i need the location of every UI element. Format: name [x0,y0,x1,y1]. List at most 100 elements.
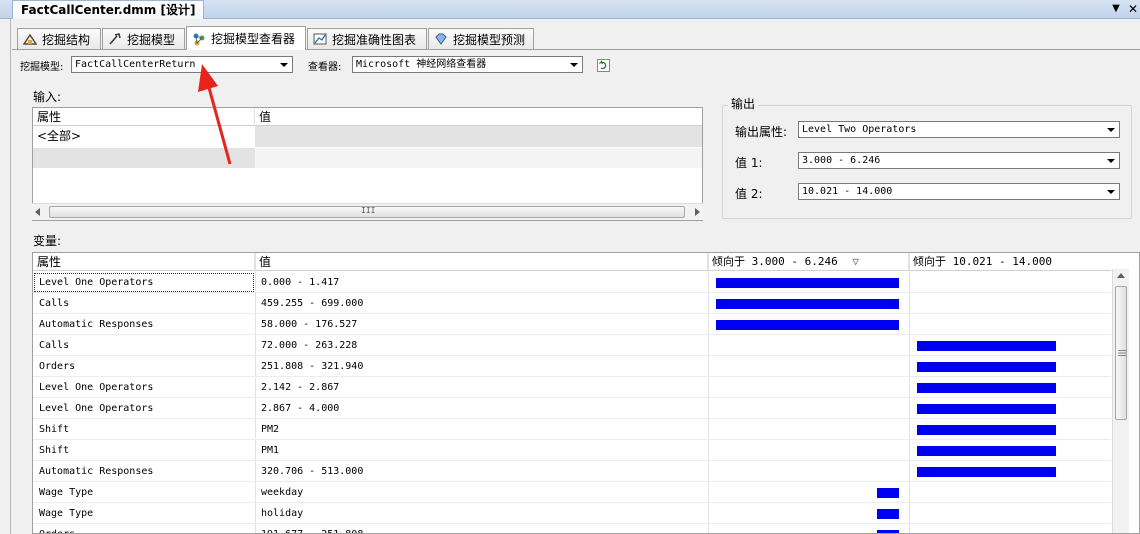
input-label: 输入: [33,90,62,104]
variable-row[interactable]: Orders191.677 - 251.808 [33,524,1111,533]
variable-row[interactable]: Shift PM2 [33,419,1111,440]
scroll-left-icon[interactable] [35,208,40,216]
variable-value[interactable]: weekday [255,482,708,503]
viewer-value: Microsoft 神经网络查看器 [356,59,487,70]
scroll-right-icon[interactable] [695,208,700,216]
chevron-down-icon[interactable] [276,57,292,72]
scroll-thumb[interactable] [1115,286,1127,420]
variable-value[interactable]: 0.000 - 1.417 [255,272,708,293]
variable-row[interactable]: Level One Operators 0.000 - 1.417 [33,272,1111,293]
variable-attribute[interactable]: Calls [33,335,255,356]
chevron-down-icon[interactable] [1103,153,1119,168]
output-group-title: 输出 [728,95,759,112]
favors-value1-bar [877,509,899,519]
variables-header-attribute[interactable]: 属性 [33,253,255,271]
variable-row[interactable]: Shift PM1 [33,440,1111,461]
variable-attribute[interactable]: Automatic Responses [33,461,255,482]
input-cell-value[interactable] [255,126,702,147]
variables-label: 变量: [33,234,62,248]
variables-header-favors-value1[interactable]: 倾向于 3.000 - 6.246 ▽ [708,253,909,271]
tab-label: 挖掘模型 [127,32,176,47]
sort-indicator-icon: ▽ [852,255,859,268]
scroll-thumb[interactable]: III [49,206,685,218]
variable-value[interactable]: 459.255 - 699.000 [255,293,708,314]
variable-attribute[interactable]: Orders [33,524,255,533]
variable-row[interactable]: Level One Operators 2.142 - 2.867 [33,377,1111,398]
variable-attribute[interactable]: Wage Type [33,482,255,503]
variable-row[interactable]: Calls 459.255 - 699.000 [33,293,1111,314]
tab-label: 挖掘准确性图表 [332,32,417,47]
input-header-value[interactable]: 值 [255,108,702,126]
variable-attribute[interactable]: Level One Operators [33,377,255,398]
mining-model-icon [108,32,122,46]
favors-value2-bar [917,446,1056,456]
variable-row[interactable]: Level One Operators 2.867 - 4.000 [33,398,1111,419]
variable-row[interactable]: Automatic Responses 58.000 - 176.527 [33,314,1111,335]
variable-attribute[interactable]: Automatic Responses [33,314,255,335]
variable-attribute[interactable]: Shift [33,419,255,440]
output-attribute-select[interactable]: Level Two Operators [798,121,1120,138]
annotation-arrow-icon [198,64,232,165]
chevron-down-icon[interactable] [566,57,582,72]
favors-value1-bar [877,488,899,498]
accuracy-chart-icon [313,32,327,46]
viewer-label: 查看器: [308,62,342,73]
variables-grid[interactable]: 属性 值 倾向于 3.000 - 6.246 ▽ 倾向于 10.021 - 14… [32,252,1140,534]
chevron-down-icon[interactable] [1103,184,1119,199]
variable-row[interactable]: Automatic Responses 320.706 - 513.000 [33,461,1111,482]
favors-value2-bar [917,383,1056,393]
input-new-row-value[interactable] [255,148,702,168]
mining-model-value: FactCallCenterReturn [75,59,196,70]
variable-value[interactable]: 2.867 - 4.000 [255,398,708,419]
variable-value[interactable]: 191.677 - 251.808 [255,524,708,533]
variable-attribute[interactable]: Orders [33,356,255,377]
variables-header-favors-value2[interactable]: 倾向于 10.021 - 14.000 [909,253,1111,271]
favors-value1-label: 倾向于 3.000 - 6.246 [712,255,838,268]
document-tab[interactable]: FactCallCenter.dmm [设计] [12,0,205,19]
scroll-up-icon[interactable] [1117,273,1125,278]
variable-attribute[interactable]: Level One Operators [33,398,255,419]
tab-label: 挖掘模型预测 [453,32,526,47]
tab-dropdown-icon[interactable]: ▼ [1110,2,1122,16]
variable-row[interactable]: Wage Type holiday [33,503,1111,524]
variable-attribute[interactable]: Level One Operators [33,272,255,293]
viewer-select[interactable]: Microsoft 神经网络查看器 [352,56,583,73]
chevron-down-icon[interactable] [1103,122,1119,137]
variable-value[interactable]: PM2 [255,419,708,440]
tab-accuracy-chart[interactable]: 挖掘准确性图表 [307,28,427,49]
tab-mining-model[interactable]: 挖掘模型 [102,28,185,49]
variable-value[interactable]: 72.000 - 263.228 [255,335,708,356]
value2-value: 10.021 - 14.000 [802,186,893,197]
tab-mining-structure[interactable]: 挖掘结构 [17,28,101,49]
input-horizontal-scrollbar[interactable]: III [32,203,703,220]
variable-row[interactable]: Wage Type weekday [33,482,1111,503]
variable-attribute[interactable]: Calls [33,293,255,314]
favors-value1-bar [716,299,899,309]
variable-value[interactable]: holiday [255,503,708,524]
variable-attribute[interactable]: Wage Type [33,503,255,524]
variable-value[interactable]: 251.808 - 321.940 [255,356,708,377]
designer-content: 挖掘结构 挖掘模型 挖掘模型查看器 挖掘准确性图表 挖掘模型预测 挖掘模型: F… [12,19,1140,534]
variable-value[interactable]: PM1 [255,440,708,461]
variable-value[interactable]: 2.142 - 2.867 [255,377,708,398]
mining-model-select[interactable]: FactCallCenterReturn [71,56,293,73]
favors-value2-bar [917,467,1056,477]
tab-model-viewer[interactable]: 挖掘模型查看器 [186,26,306,50]
close-icon[interactable]: ✕ [1128,1,1140,17]
favors-value2-bar [917,404,1056,414]
tab-model-prediction[interactable]: 挖掘模型预测 [428,28,534,49]
value1-select[interactable]: 3.000 - 6.246 [798,152,1120,169]
favors-value1-bar [716,320,899,330]
tab-label: 挖掘模型查看器 [211,32,296,46]
refresh-icon[interactable] [597,58,610,72]
favors-value1-bar [716,278,899,288]
variable-attribute[interactable]: Shift [33,440,255,461]
variable-value[interactable]: 58.000 - 176.527 [255,314,708,335]
variable-row[interactable]: Orders 251.808 - 321.940 [33,356,1111,377]
variable-value[interactable]: 320.706 - 513.000 [255,461,708,482]
variable-row[interactable]: Calls 72.000 - 263.228 [33,335,1111,356]
value2-select[interactable]: 10.021 - 14.000 [798,183,1120,200]
variables-vertical-scrollbar[interactable] [1112,269,1129,533]
tab-strip-border [12,49,1140,50]
variables-header-value[interactable]: 值 [255,253,708,271]
